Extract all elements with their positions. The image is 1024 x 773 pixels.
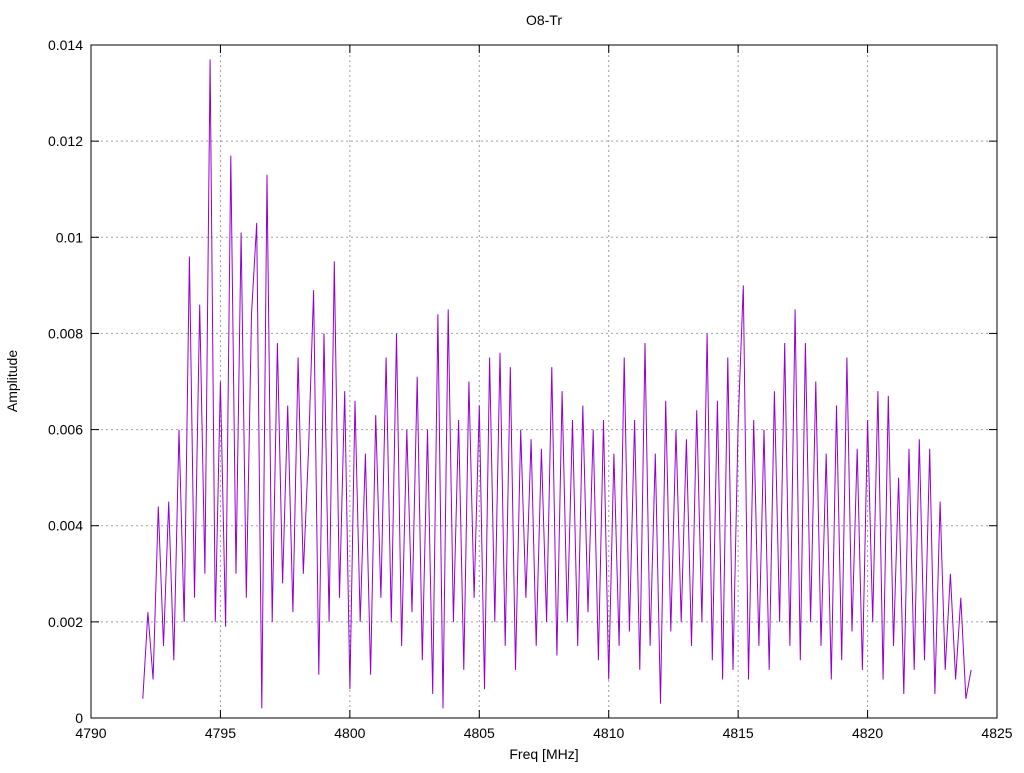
y-tick-label: 0 — [75, 710, 83, 726]
x-tick-label: 4800 — [334, 725, 365, 741]
series-line-0 — [142, 59, 972, 709]
y-tick-label: 0.002 — [48, 614, 83, 630]
series — [142, 59, 972, 709]
x-tick-label: 4820 — [852, 725, 883, 741]
y-tick-label: 0.01 — [56, 229, 83, 245]
x-axis-label: Freq [MHz] — [509, 746, 578, 762]
x-tick-label: 4805 — [464, 725, 495, 741]
chart-title: O8-Tr — [526, 12, 562, 28]
x-tick-label: 4810 — [593, 725, 624, 741]
x-tick-label: 4825 — [981, 725, 1012, 741]
y-tick-label: 0.004 — [48, 518, 83, 534]
y-axis-label: Amplitude — [4, 350, 20, 412]
x-tick-label: 4815 — [723, 725, 754, 741]
y-tick-label: 0.012 — [48, 133, 83, 149]
chart: O8-Tr Freq [MHz] Amplitude 4790 4795 4800 4… — [4, 12, 1013, 762]
y-tick-label: 0.008 — [48, 325, 83, 341]
x-tick-label: 4790 — [75, 725, 106, 741]
y-tick-label: 0.006 — [48, 422, 83, 438]
y-tick-label: 0.014 — [48, 37, 83, 53]
x-tick-label: 4795 — [205, 725, 236, 741]
